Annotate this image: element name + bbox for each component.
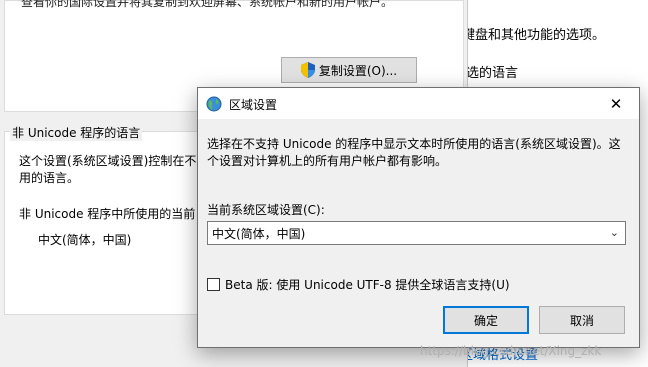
globe-icon	[206, 96, 222, 112]
dialog-description: 选择在不支持 Unicode 的程序中显示文本时所使用的语言(系统区域设置)。这…	[207, 137, 621, 168]
non-unicode-group-label: 非 Unicode 程序的语言	[10, 124, 143, 141]
close-icon[interactable]: ✕	[593, 88, 639, 119]
region-settings-dialog: 区域设置 ✕ 选择在不支持 Unicode 的程序中显示文本时所使用的语言(系统…	[197, 87, 640, 348]
system-locale-line-2: 用的语言。	[19, 171, 80, 185]
dialog-titlebar[interactable]: 区域设置 ✕	[198, 88, 639, 119]
selected-locale: 中文(简体，中国)	[212, 226, 306, 241]
system-locale-label: 当前系统区域设置(C):	[207, 203, 325, 217]
bg-options-text: 键盘和其他功能的选项。	[462, 28, 606, 43]
system-locale-line-1: 这个设置(系统区域设置)控制在不	[19, 154, 197, 168]
utf8-option[interactable]: Beta 版: 使用 Unicode UTF-8 提供全球语言支持(U)	[207, 276, 510, 293]
copy-settings-label: 复制设置(O)...	[318, 63, 398, 78]
current-language-value: 中文(简体，中国)	[38, 233, 132, 247]
dialog-title: 区域设置	[229, 98, 278, 112]
current-language-label: 非 Unicode 程序中所使用的当前	[19, 207, 196, 221]
ok-button[interactable]: 确定	[443, 306, 529, 334]
bg-language-text: 选的语言	[466, 66, 519, 81]
watermark-text: https://blog.csdn.net/Xing_zkk	[420, 344, 602, 358]
system-locale-select[interactable]: 中文(简体，中国) ⌄	[207, 221, 626, 245]
cancel-button[interactable]: 取消	[539, 306, 625, 334]
copy-settings-description: 查看你的国际设置并将其复制到欢迎屏幕、系统帐户和新的用户帐户。	[21, 0, 394, 9]
utf8-checkbox-label: Beta 版: 使用 Unicode UTF-8 提供全球语言支持(U)	[225, 278, 510, 292]
chevron-down-icon: ⌄	[609, 226, 619, 239]
utf8-checkbox[interactable]	[207, 278, 220, 291]
copy-settings-button[interactable]: 复制设置(O)...	[281, 57, 417, 83]
uac-shield-icon	[300, 62, 315, 78]
